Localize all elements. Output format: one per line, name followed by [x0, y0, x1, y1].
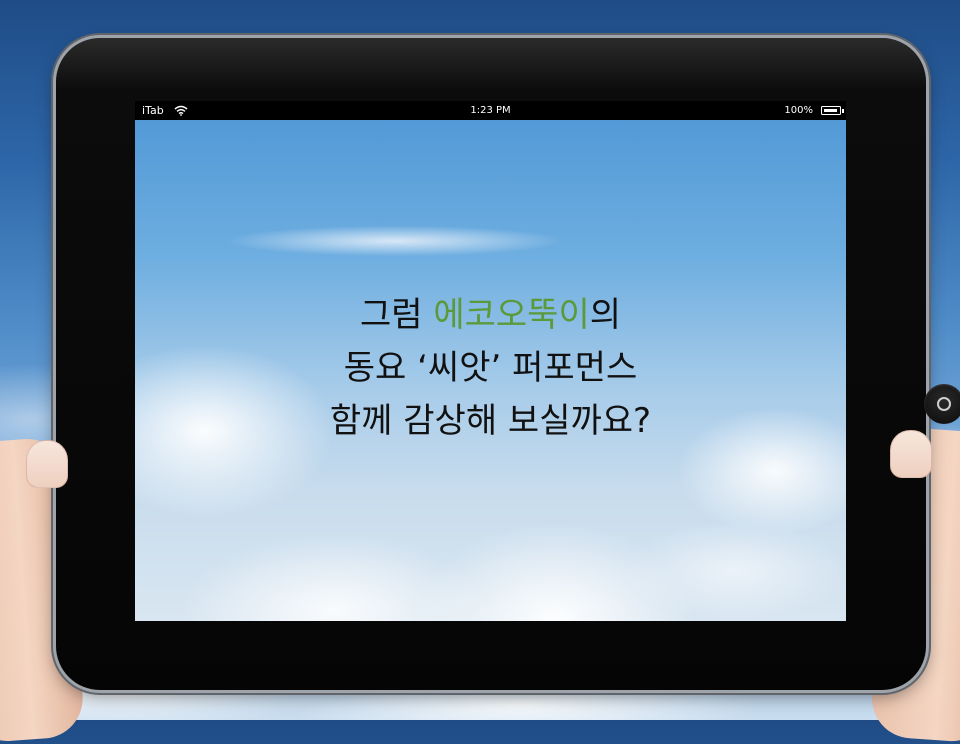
message-line-1: 그럼 에코오뚝이의	[135, 289, 846, 342]
message-line-2: 동요 ‘씨앗’ 퍼포먼스	[343, 348, 638, 388]
message-line-1-prefix: 그럼	[359, 295, 434, 335]
status-bar: iTab 1:23 PM 100%	[135, 101, 846, 120]
status-time: 1:23 PM	[470, 105, 511, 116]
message-text: 그럼 에코오뚝이의 동요 ‘씨앗’ 퍼포먼스 함께 감상해 보실까요?	[135, 289, 846, 448]
status-right: 100%	[784, 101, 844, 120]
battery-percent: 100%	[784, 105, 813, 116]
right-thumb	[890, 430, 932, 478]
message-highlight: 에코오뚝이	[433, 295, 590, 335]
left-thumb	[26, 440, 68, 488]
battery-icon	[821, 106, 844, 115]
message-line-3: 함께 감상해 보실까요?	[329, 401, 652, 441]
message-line-1-suffix: 의	[589, 295, 622, 335]
tablet-screen: iTab 1:23 PM 100% 그럼 에코오뚝이의 동요 ‘씨앗’ 퍼포먼스…	[135, 101, 846, 621]
home-button[interactable]	[924, 384, 960, 424]
